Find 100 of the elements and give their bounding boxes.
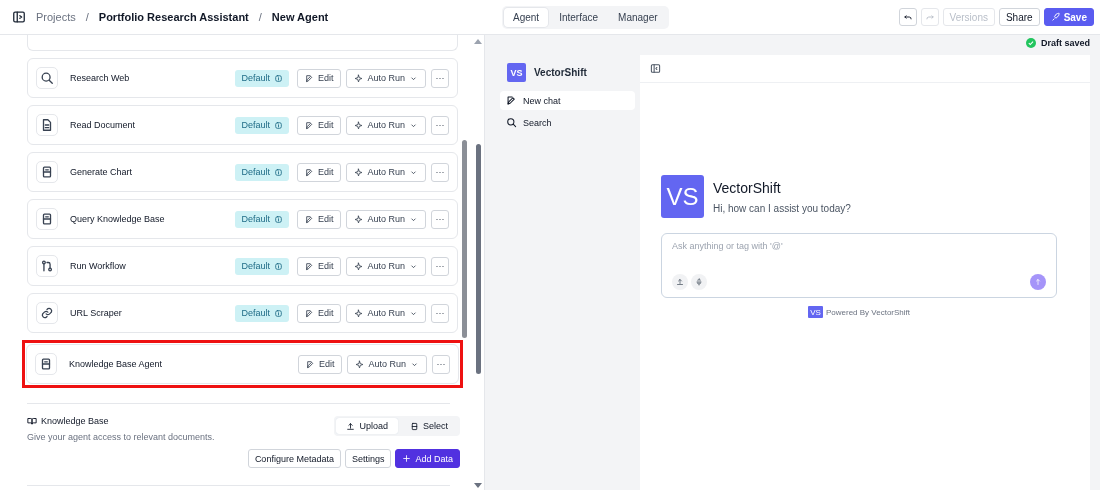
upload-tab[interactable]: Upload — [336, 418, 398, 434]
edit-button[interactable]: Edit — [296, 162, 342, 182]
more-button[interactable]: ··· — [431, 303, 449, 323]
edit-icon — [304, 167, 314, 177]
storage-icon — [410, 421, 419, 431]
auto-run-dropdown[interactable]: Auto Run — [346, 115, 426, 135]
edit-icon — [304, 73, 314, 83]
edit-button[interactable]: Edit — [297, 354, 343, 374]
breadcrumb-separator: / — [258, 11, 262, 23]
book-icon — [27, 416, 37, 426]
brand-name: VectorShift — [534, 67, 587, 78]
scrollbar-thumb[interactable] — [475, 143, 481, 374]
tab[interactable]: Interface — [550, 7, 608, 27]
logo: VS — [661, 175, 704, 218]
sparkle-icon — [354, 261, 364, 271]
check-circle-icon — [1025, 37, 1036, 48]
save-status: Draft saved — [1040, 37, 1090, 48]
section-description: Give your agent access to relevant documents. — [27, 432, 215, 442]
search-icon — [506, 117, 517, 128]
action-button[interactable]: Configure Metadata — [247, 449, 341, 468]
upload-icon — [676, 278, 684, 286]
more-button[interactable]: ··· — [431, 115, 449, 135]
redo-icon — [924, 12, 935, 22]
breadcrumb-separator: / — [85, 11, 89, 23]
tab[interactable]: Manager — [609, 7, 667, 27]
tool-name: Read Document — [70, 120, 137, 130]
undo-button[interactable] — [898, 8, 917, 26]
auto-run-dropdown[interactable]: Auto Run — [346, 209, 426, 229]
default-badge: Default — [235, 210, 289, 228]
tool-name: Generate Chart — [70, 167, 134, 177]
auto-run-dropdown[interactable]: Auto Run — [346, 256, 426, 276]
sparkle-icon — [354, 73, 364, 83]
add-data-button[interactable]: Add Data — [395, 449, 460, 468]
tab[interactable]: Agent — [504, 7, 549, 27]
edit-icon — [506, 95, 517, 106]
more-button[interactable]: ··· — [431, 68, 449, 88]
sparkle-icon — [354, 167, 364, 177]
info-icon — [273, 214, 283, 224]
more-button[interactable]: ··· — [432, 354, 450, 374]
default-badge: Default — [235, 163, 289, 181]
sparkle-icon — [354, 214, 364, 224]
scrollbar-thumb[interactable] — [462, 140, 467, 338]
auto-run-dropdown[interactable]: Auto Run — [347, 354, 427, 374]
tool-name: Query Knowledge Base — [70, 214, 166, 224]
scroll-up-icon[interactable] — [474, 39, 482, 44]
edit-button[interactable]: Edit — [296, 256, 342, 276]
more-button[interactable]: ··· — [431, 209, 449, 229]
plus-icon — [402, 454, 412, 463]
powered-by-text: Powered By VectorShift — [825, 307, 910, 317]
send-button[interactable] — [1030, 274, 1046, 290]
edit-icon — [304, 214, 314, 224]
more-button[interactable]: ··· — [431, 162, 449, 182]
save-button[interactable]: Save — [1043, 8, 1094, 26]
microphone-button[interactable] — [691, 274, 707, 290]
sparkle-icon — [354, 308, 364, 318]
info-icon — [273, 167, 283, 177]
info-icon — [273, 73, 283, 83]
storage-icon — [40, 165, 54, 179]
breadcrumb-link[interactable]: New Agent — [271, 11, 329, 23]
rocket-icon — [1050, 12, 1061, 22]
section-title: Knowledge Base — [41, 416, 109, 426]
tool-name: Research Web — [70, 73, 131, 83]
default-badge: Default — [235, 116, 289, 134]
breadcrumb-link[interactable]: Portfolio Research Assistant — [98, 11, 249, 23]
edit-icon — [304, 308, 314, 318]
microphone-icon — [695, 278, 703, 286]
undo-icon — [902, 12, 913, 22]
auto-run-dropdown[interactable]: Auto Run — [346, 303, 426, 323]
more-button[interactable]: ··· — [431, 256, 449, 276]
edit-button[interactable]: Edit — [296, 303, 342, 323]
edit-button[interactable]: Edit — [296, 68, 342, 88]
sparkle-icon — [354, 120, 364, 130]
sidebar-toggle-icon — [650, 63, 661, 74]
logo: VS — [507, 63, 526, 82]
auto-run-dropdown[interactable]: Auto Run — [346, 162, 426, 182]
edit-icon — [305, 359, 315, 369]
storage-icon — [39, 357, 53, 371]
nav-item[interactable]: New chat — [500, 91, 635, 110]
tool-name: Run Workflow — [70, 261, 127, 271]
header-button[interactable]: Share — [998, 8, 1040, 26]
welcome-text: Hi, how can I assist you today? — [713, 202, 851, 214]
scroll-down-icon[interactable] — [474, 483, 482, 488]
breadcrumb-link[interactable]: Projects — [36, 11, 76, 23]
chat-input[interactable]: Ask anything or tag with '@' — [672, 241, 1046, 251]
info-icon — [273, 261, 283, 271]
edit-button[interactable]: Edit — [296, 209, 342, 229]
sparkle-icon — [355, 359, 365, 369]
storage-icon — [40, 212, 54, 226]
search-icon — [40, 71, 54, 85]
select-tab[interactable]: Select — [400, 418, 458, 434]
action-button[interactable]: Settings — [344, 449, 392, 468]
auto-run-dropdown[interactable]: Auto Run — [346, 68, 426, 88]
workflow-icon — [40, 259, 54, 273]
upload-button[interactable] — [672, 274, 688, 290]
document-icon — [40, 118, 54, 132]
default-badge: Default — [235, 304, 289, 322]
sidebar-toggle-icon — [12, 10, 26, 24]
nav-item[interactable]: Search — [500, 113, 635, 132]
edit-button[interactable]: Edit — [296, 115, 342, 135]
tool-name: Knowledge Base Agent — [69, 359, 164, 369]
